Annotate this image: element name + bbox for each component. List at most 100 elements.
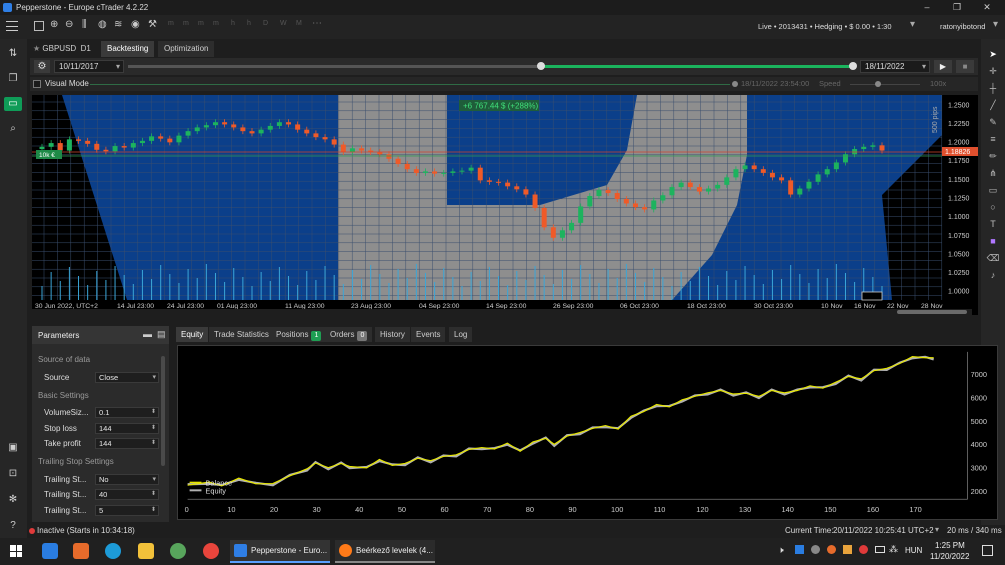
taskbar-pepperstone[interactable]: Pepperstone - Euro... [230, 540, 330, 563]
pitchfork-icon[interactable]: ⋔ [985, 166, 1001, 180]
tab-positions[interactable]: Positions 1 [271, 327, 327, 342]
menu-icon[interactable] [6, 21, 18, 31]
account-status[interactable]: Live • 2013431 • Hedging • $ 0.00 • 1:30 [758, 22, 892, 31]
timeframe-w-icon[interactable]: W [280, 20, 287, 27]
tab-backtesting[interactable]: Backtesting [101, 41, 155, 57]
stepper-icon[interactable]: ⬍ [151, 506, 156, 515]
layers-icon[interactable]: ≋ [114, 19, 122, 30]
chart-scrollbar-thumb[interactable] [897, 310, 967, 314]
stepper-icon[interactable]: ⬍ [151, 408, 156, 417]
range-end-handle[interactable] [849, 62, 857, 70]
more-icon[interactable]: ⋯ [312, 18, 322, 29]
automate-icon[interactable]: ▭ [4, 97, 22, 111]
taskbar-firefox[interactable]: Beérkező levelek (4... [335, 540, 435, 563]
tab-equity[interactable]: Equity [176, 327, 209, 342]
timeframe-h4-icon[interactable]: h [247, 20, 251, 27]
trendline-icon[interactable]: ╱ [985, 98, 1001, 112]
cursor-icon[interactable]: ➤ [985, 47, 1001, 61]
network-icon[interactable]: ⁂ [889, 544, 898, 555]
tab-log[interactable]: Log [449, 327, 473, 342]
calendar-icon[interactable]: ⊡ [4, 467, 22, 481]
trade-icon[interactable]: ⇅ [4, 47, 22, 61]
equity-chart[interactable]: 0 10 20 30 40 50 60 70 80 90 100 110 120 130 140 150 160… [177, 345, 998, 520]
crosshair-icon[interactable]: ✛ [985, 64, 1001, 78]
horizontal-line-icon[interactable]: ┼ [985, 81, 1001, 95]
eraser-icon[interactable]: ⌫ [985, 251, 1001, 265]
help-icon[interactable]: ? [4, 519, 22, 533]
tray-icon-2[interactable] [811, 545, 820, 554]
restore-button[interactable]: ❐ [942, 0, 972, 15]
battery-icon[interactable] [875, 546, 885, 553]
timeline-marker[interactable] [861, 291, 883, 301]
tab-symbol[interactable]: ★ GBPUSD D1 [31, 41, 97, 57]
source-select[interactable]: Close ▾ [95, 372, 159, 383]
tab-trade-statistics[interactable]: Trade Statistics [209, 327, 274, 342]
clock-time[interactable]: 1:25 PM [935, 541, 965, 550]
analyze-icon[interactable]: ⌕ [4, 122, 22, 136]
chevron-down-icon[interactable]: ▾ [910, 19, 915, 30]
pencil-icon[interactable]: ✏ [985, 149, 1001, 163]
zoom-in-icon[interactable]: ⊕ [50, 19, 58, 30]
cbot-icon[interactable]: ▣ [4, 441, 22, 455]
tray-icon-1[interactable] [795, 545, 804, 554]
media-icon[interactable] [73, 543, 89, 559]
text-icon[interactable]: T [985, 217, 1001, 231]
stop-button[interactable]: ■ [956, 60, 974, 73]
table-icon[interactable]: ▤ [157, 329, 166, 340]
edge-icon[interactable] [105, 543, 121, 559]
volume-input[interactable]: 0.1 ⬍ [95, 407, 159, 418]
trailing1-select[interactable]: No ▾ [95, 474, 159, 485]
tab-orders[interactable]: Orders 0 [325, 327, 373, 342]
params-scrollbar[interactable] [161, 356, 165, 466]
chart-mode-icon[interactable] [34, 21, 44, 31]
tools-icon[interactable]: ⚒ [148, 19, 157, 30]
stoploss-input[interactable]: 144 ⬍ [95, 423, 159, 434]
tab-optimization[interactable]: Optimization [158, 41, 215, 57]
timeframe-m30-icon[interactable]: m [213, 20, 219, 27]
timeframe-h-icon[interactable]: h [231, 20, 235, 27]
timeframe-m1-icon[interactable]: m [168, 20, 174, 27]
chevron-down-icon[interactable]: ▾ [935, 525, 939, 534]
brush-icon[interactable]: ✎ [985, 115, 1001, 129]
speed-track[interactable] [850, 84, 920, 85]
file-explorer-icon[interactable] [138, 543, 154, 559]
clock-date[interactable]: 11/20/2022 [930, 552, 969, 561]
zoom-out-icon[interactable]: ⊖ [65, 19, 73, 30]
timezone[interactable]: UTC+2 [908, 526, 934, 535]
fibonacci-icon[interactable]: ≡ [985, 132, 1001, 146]
star-icon[interactable]: ★ [33, 44, 42, 53]
price-chart[interactable]: +6 767.44 $ (+288%) 10k € 1.18826 500 pi… [32, 95, 978, 315]
start-date-field[interactable]: 10/11/2017 ▾ [54, 60, 124, 73]
language-indicator[interactable]: HUN [905, 546, 922, 555]
rectangle-icon[interactable]: ▭ [985, 183, 1001, 197]
timeframe-d-icon[interactable]: D [263, 20, 268, 27]
user-name[interactable]: ratonyibotond [940, 22, 985, 31]
timeframe-m-icon[interactable]: M [296, 20, 302, 27]
visual-mode-checkbox[interactable] [33, 80, 41, 88]
stepper-icon[interactable]: ⬍ [151, 439, 156, 448]
user-menu-icon[interactable]: ▾ [993, 19, 998, 30]
notification-icon[interactable] [982, 545, 993, 556]
alert-bell-icon[interactable]: ♪ [985, 268, 1001, 282]
windows-start-icon[interactable] [10, 545, 22, 557]
chrome-icon[interactable] [203, 543, 219, 559]
candles-icon[interactable]: ⫼ [82, 19, 87, 30]
save-icon[interactable]: ▬ [143, 329, 152, 339]
timeframe-m5-icon[interactable]: m [183, 20, 189, 27]
mail-icon[interactable] [42, 543, 58, 559]
indicators-icon[interactable]: ◍ [98, 19, 107, 30]
trailing2-input[interactable]: 40 ⬍ [95, 489, 159, 500]
minimize-button[interactable]: – [912, 0, 942, 15]
tray-icon-3[interactable] [827, 545, 836, 554]
speed-handle[interactable] [875, 81, 881, 87]
close-button[interactable]: ✕ [972, 0, 1002, 15]
tray-icon-4[interactable] [843, 545, 852, 554]
stepper-icon[interactable]: ⬍ [151, 490, 156, 499]
app-icon-green[interactable] [170, 543, 186, 559]
range-start-handle[interactable] [537, 62, 545, 70]
settings-gear-icon[interactable]: ✻ [4, 493, 22, 507]
takeprofit-input[interactable]: 144 ⬍ [95, 438, 159, 449]
end-date-field[interactable]: 18/11/2022 ▾ [860, 60, 930, 73]
play-button[interactable]: ▶ [934, 60, 952, 73]
color-icon[interactable]: ■ [985, 234, 1001, 248]
